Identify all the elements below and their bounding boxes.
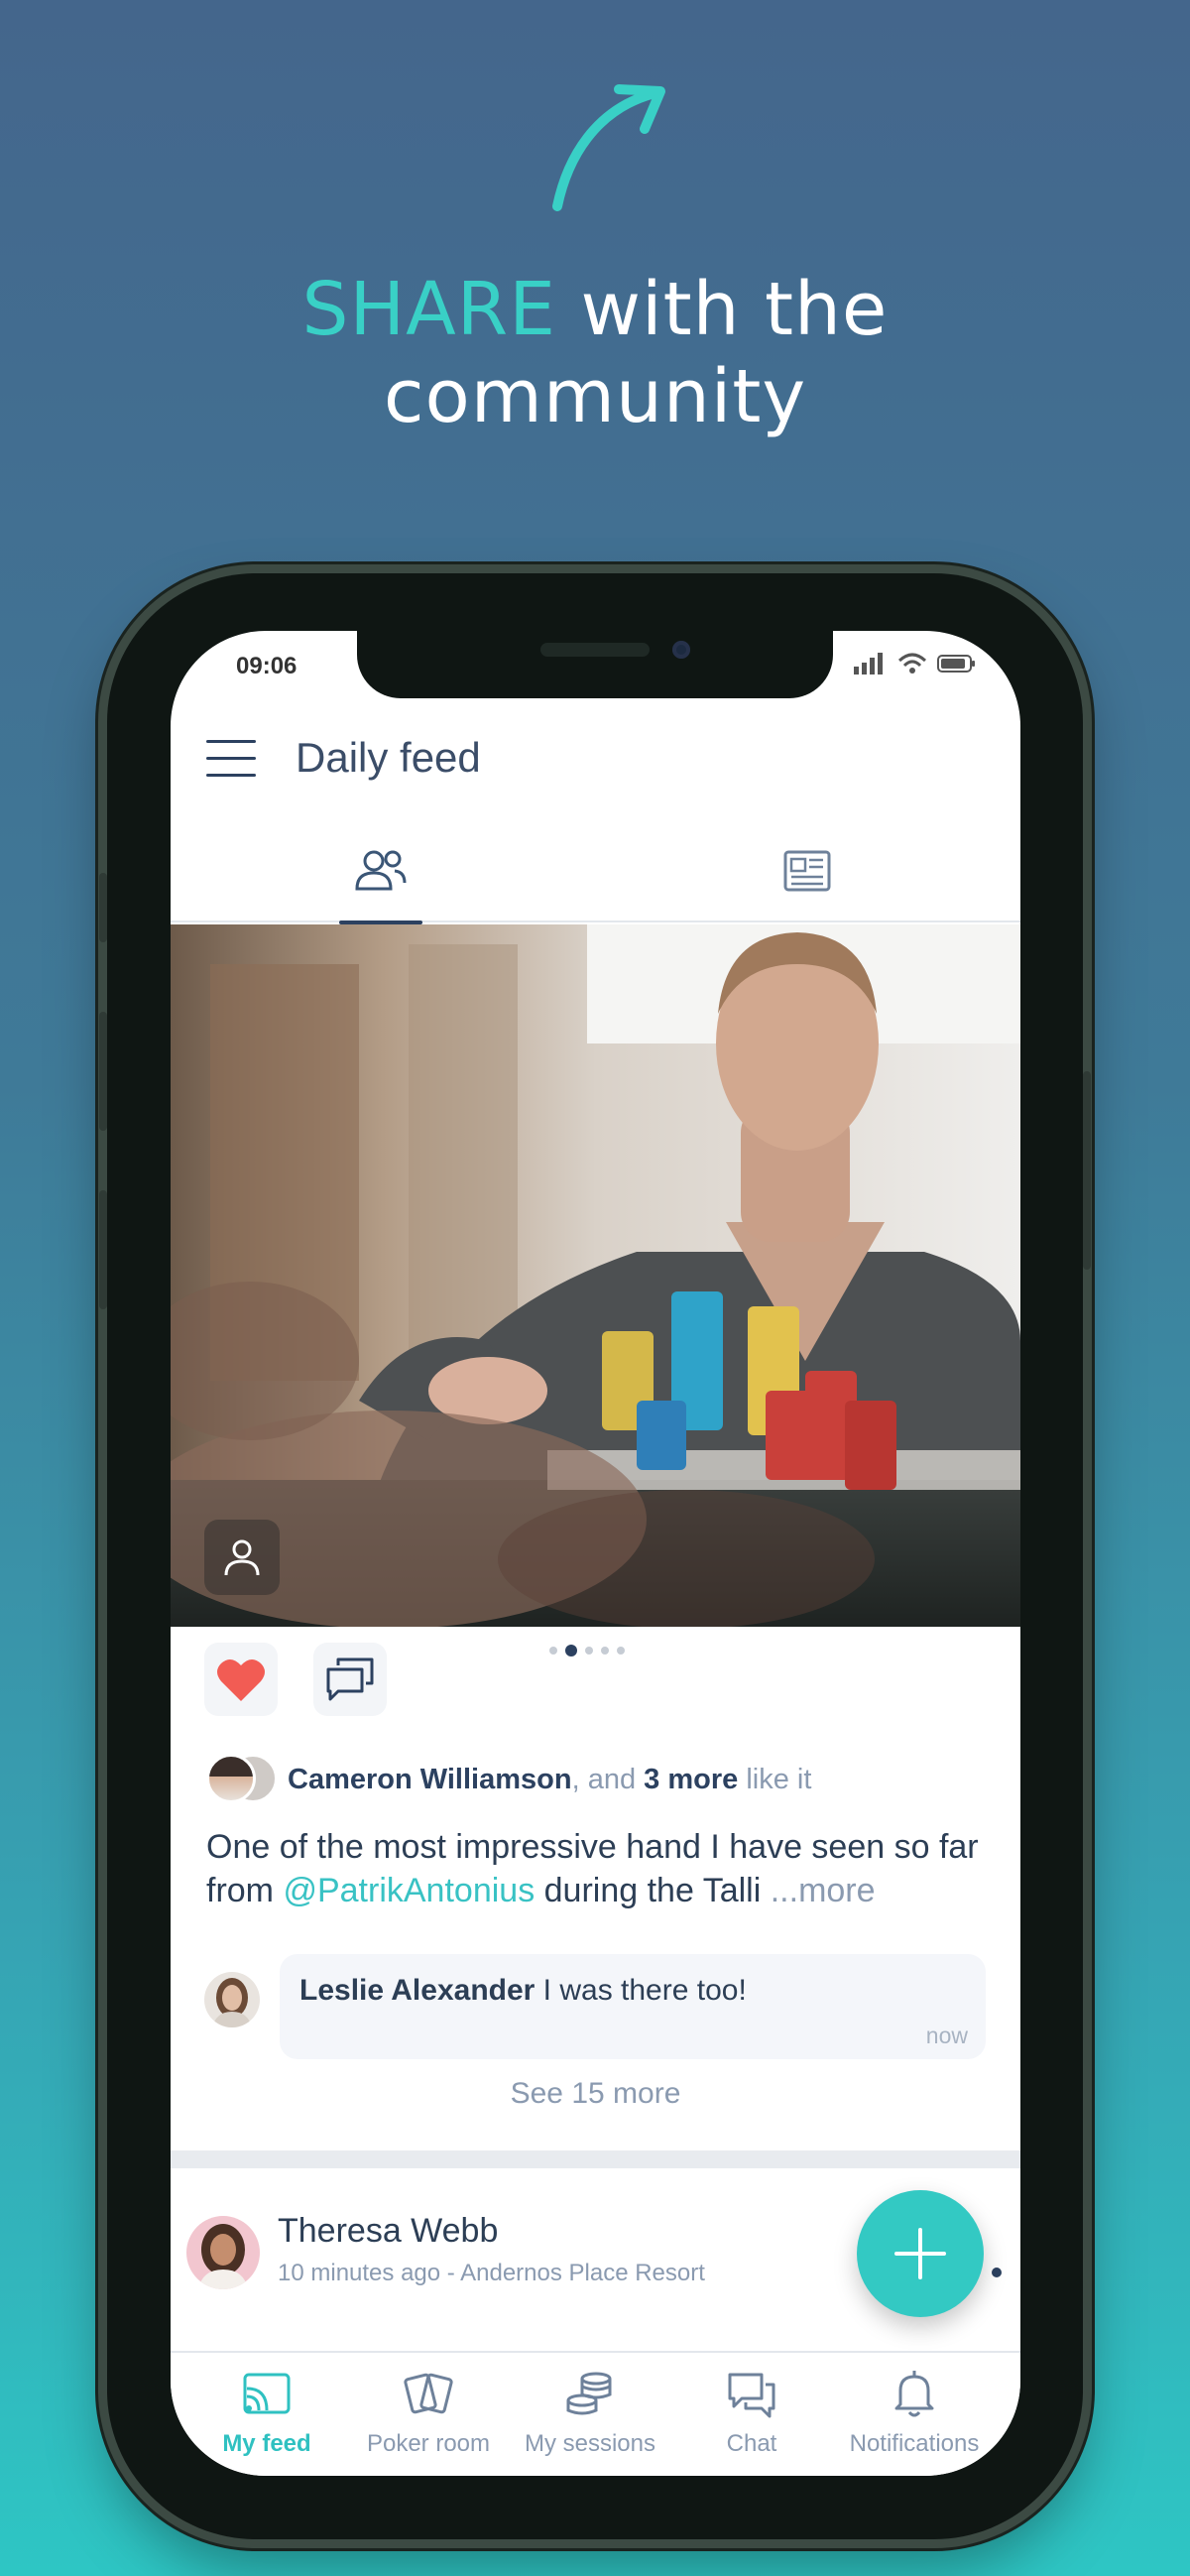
cast-icon — [243, 2373, 291, 2414]
avatar — [206, 1754, 256, 1803]
comment-icon — [326, 1657, 374, 1701]
status-time: 09:06 — [236, 653, 298, 679]
more-options-icon[interactable] — [992, 2268, 1002, 2277]
avatar[interactable] — [204, 1972, 260, 2027]
likes-summary[interactable]: Cameron Williamson, and 3 more like it — [206, 1754, 811, 1805]
more-link[interactable]: ...more — [771, 1872, 876, 1909]
poker-player-photo — [171, 924, 1020, 1627]
side-button — [99, 1012, 107, 1131]
tab-news[interactable] — [748, 819, 867, 922]
likes-more[interactable]: 3 more — [644, 1764, 738, 1796]
nav-chat[interactable]: Chat — [672, 2353, 831, 2476]
comment-time: now — [925, 2023, 968, 2048]
tab-people[interactable] — [321, 819, 440, 924]
phone-screen: 09:06 Daily feed Cameron Williamson , an… — [171, 631, 1020, 2476]
front-camera — [672, 641, 690, 659]
commenter-photo — [204, 1972, 260, 2027]
nav-label: Notifications — [849, 2430, 980, 2457]
notch — [357, 631, 833, 698]
nav-notifications[interactable]: Notifications — [835, 2353, 994, 2476]
people-icon — [355, 850, 407, 891]
nav-poker-room[interactable]: Poker room — [349, 2353, 508, 2476]
feed-tabs — [171, 819, 1020, 924]
side-button — [99, 1190, 107, 1309]
comment-text: I was there too! — [535, 1974, 747, 2007]
page-title: Daily feed — [296, 734, 481, 781]
post-caption: One of the most impressive hand I have s… — [206, 1825, 990, 1912]
author-photo — [186, 2216, 260, 2289]
newspaper-icon — [783, 850, 831, 892]
chat-icon — [728, 2373, 775, 2418]
battery-icon — [937, 655, 975, 673]
add-post-button[interactable] — [857, 2190, 984, 2317]
post-author[interactable]: Theresa Webb — [278, 2212, 498, 2251]
arrow-icon — [552, 84, 665, 211]
side-button — [1083, 1071, 1091, 1270]
likes-separator: , and — [571, 1763, 637, 1795]
tag-person-button[interactable] — [204, 1520, 280, 1595]
nav-label: My sessions — [524, 2430, 656, 2457]
person-icon — [224, 1539, 260, 1576]
liker-name[interactable]: Cameron Williamson — [288, 1764, 572, 1796]
nav-label: Poker room — [366, 2430, 491, 2457]
like-button[interactable] — [204, 1643, 278, 1716]
headline: SHARE with the community — [0, 266, 1190, 440]
side-button — [99, 873, 107, 942]
carousel-dots — [549, 1645, 625, 1656]
caption-text-end: during the Talli — [535, 1872, 771, 1909]
nav-label: Chat — [726, 2430, 777, 2457]
headline-line2: community — [383, 354, 807, 439]
post-photo[interactable] — [171, 924, 1020, 1627]
liker-avatars — [206, 1754, 284, 1805]
avatar[interactable] — [186, 2216, 260, 2289]
nav-my-sessions[interactable]: My sessions — [511, 2353, 669, 2476]
menu-icon[interactable] — [206, 740, 256, 780]
plus-icon — [894, 2228, 946, 2279]
see-more-comments[interactable]: See 15 more — [171, 2077, 1020, 2111]
bottom-nav: My feed Poker room My sessions Chat Noti… — [171, 2351, 1020, 2476]
chips-icon — [566, 2372, 612, 2415]
cards-icon — [404, 2373, 453, 2414]
headline-rest: with the — [555, 267, 889, 352]
headline-accent: SHARE — [301, 267, 556, 352]
carousel-dot[interactable] — [617, 1647, 625, 1655]
signal-icon — [854, 653, 883, 675]
post-divider — [171, 2150, 1020, 2168]
bell-icon — [894, 2371, 934, 2417]
carousel-dot[interactable] — [601, 1647, 609, 1655]
carousel-dot-active[interactable] — [565, 1645, 577, 1656]
wifi-icon — [897, 653, 927, 674]
comment-bubble: Leslie Alexander I was there too! now — [280, 1954, 986, 2059]
nav-label: My feed — [222, 2430, 311, 2457]
status-icons — [852, 653, 977, 675]
comment-author[interactable]: Leslie Alexander — [299, 1974, 535, 2007]
mention-link[interactable]: @PatrikAntonius — [283, 1872, 535, 1909]
app-header: Daily feed — [171, 720, 1020, 799]
carousel-dot[interactable] — [585, 1647, 593, 1655]
likes-suffix: like it — [746, 1763, 812, 1795]
post-meta: 10 minutes ago - Andernos Place Resort — [278, 2260, 705, 2286]
nav-my-feed[interactable]: My feed — [187, 2353, 346, 2476]
carousel-dot[interactable] — [549, 1647, 557, 1655]
heart-icon — [217, 1658, 265, 1701]
speaker — [540, 643, 650, 657]
comment-button[interactable] — [313, 1643, 387, 1716]
